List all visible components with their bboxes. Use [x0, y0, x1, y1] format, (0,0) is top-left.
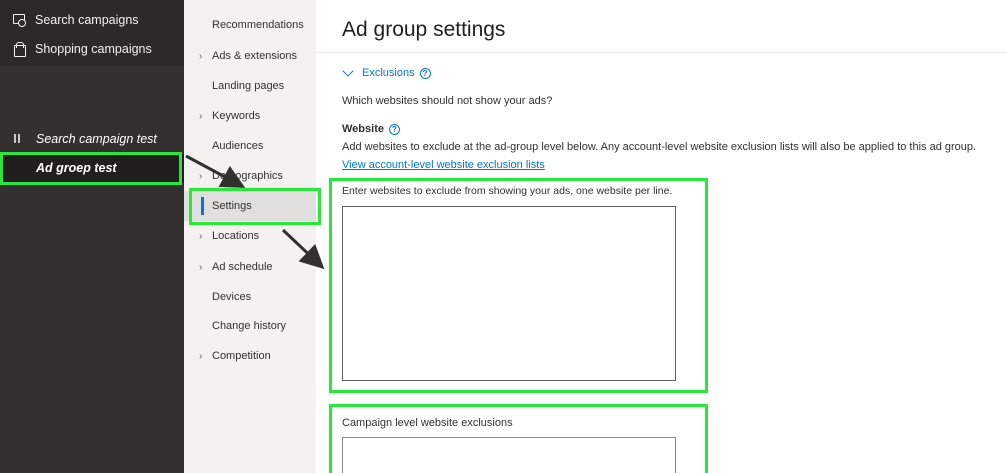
website-exclusion-input[interactable] — [342, 206, 676, 381]
website-heading-label: Website — [342, 123, 384, 135]
exclusions-section-toggle[interactable]: Exclusions ? — [342, 67, 431, 79]
campaign-exclusions-input[interactable] — [342, 437, 676, 473]
settings-subnav: Recommendations › Ads & extensions Landin… — [184, 0, 316, 473]
chevron-right-icon: › — [199, 261, 203, 273]
chevron-right-icon: › — [199, 350, 203, 362]
account-exclusion-lists-link[interactable]: View account-level website exclusion lis… — [342, 159, 545, 171]
paused-icon — [14, 134, 20, 143]
sidebar-item-label: Search campaigns — [35, 13, 139, 27]
website-exclusion-label: Enter websites to exclude from showing y… — [342, 185, 673, 197]
subnav-label: Ads & extensions — [212, 50, 297, 62]
subnav-label: Landing pages — [212, 80, 285, 92]
subnav-label: Settings — [212, 200, 252, 212]
subnav-item-ads-extensions[interactable]: › Ads & extensions — [184, 41, 316, 71]
subnav-label: Locations — [212, 230, 260, 242]
campaign-exclusions-label: Campaign level website exclusions — [342, 417, 513, 429]
subnav-item-devices[interactable]: Devices — [184, 282, 316, 312]
subnav-item-settings[interactable]: Settings — [184, 191, 316, 221]
chevron-right-icon: › — [199, 110, 203, 122]
page-title: Ad group settings — [342, 18, 506, 41]
subnav-label: Competition — [212, 350, 271, 362]
title-divider — [316, 52, 1007, 53]
subnav-label: Demographics — [212, 170, 283, 182]
subnav-item-locations[interactable]: › Locations — [184, 221, 316, 251]
subnav-label: Recommendations — [212, 19, 304, 31]
search-campaign-icon — [12, 13, 26, 27]
main-content: Ad group settings Exclusions ? Which web… — [316, 0, 1007, 473]
subnav-label: Change history — [212, 320, 286, 332]
chevron-down-icon — [342, 68, 352, 78]
subnav-label: Audiences — [212, 140, 264, 152]
subnav-label: Devices — [212, 291, 252, 303]
subnav-item-demographics[interactable]: › Demographics — [184, 161, 316, 191]
website-heading: Website ? — [342, 123, 400, 135]
website-description: Add websites to exclude at the ad-group … — [342, 141, 977, 153]
tree-item-ad-group[interactable]: Ad groep test — [0, 154, 184, 182]
subnav-item-audiences[interactable]: Audiences — [184, 131, 316, 161]
tree-item-campaign-label: Search campaign test — [36, 132, 157, 146]
exclusions-label: Exclusions — [362, 67, 415, 79]
chevron-right-icon: › — [199, 50, 203, 62]
subnav-item-change-history[interactable]: Change history — [184, 311, 316, 341]
subnav-item-competition[interactable]: › Competition — [184, 341, 316, 371]
subnav-label: Keywords — [212, 110, 261, 122]
help-icon[interactable]: ? — [388, 123, 400, 135]
help-icon[interactable]: ? — [419, 67, 431, 79]
sidebar-item-shopping-campaigns[interactable]: Shopping campaigns — [0, 35, 184, 63]
left-sidebar: Search campaigns Shopping campaigns Sear… — [0, 0, 184, 473]
sidebar-item-search-campaigns[interactable]: Search campaigns — [0, 6, 184, 34]
subnav-item-ad-schedule[interactable]: › Ad schedule — [184, 252, 316, 282]
chevron-right-icon: › — [199, 230, 203, 242]
subnav-label: Ad schedule — [212, 261, 273, 273]
sidebar-item-label: Shopping campaigns — [35, 42, 152, 56]
subnav-item-keywords[interactable]: › Keywords — [184, 101, 316, 131]
shopping-bag-icon — [12, 42, 26, 57]
subnav-item-recommendations[interactable]: Recommendations — [184, 10, 316, 40]
chevron-right-icon: › — [199, 170, 203, 182]
tree-item-campaign[interactable]: Search campaign test — [0, 125, 184, 153]
tree-item-ad-group-label: Ad groep test — [36, 161, 117, 175]
subnav-item-landing-pages[interactable]: Landing pages — [184, 71, 316, 101]
exclusions-question: Which websites should not show your ads? — [342, 95, 553, 107]
